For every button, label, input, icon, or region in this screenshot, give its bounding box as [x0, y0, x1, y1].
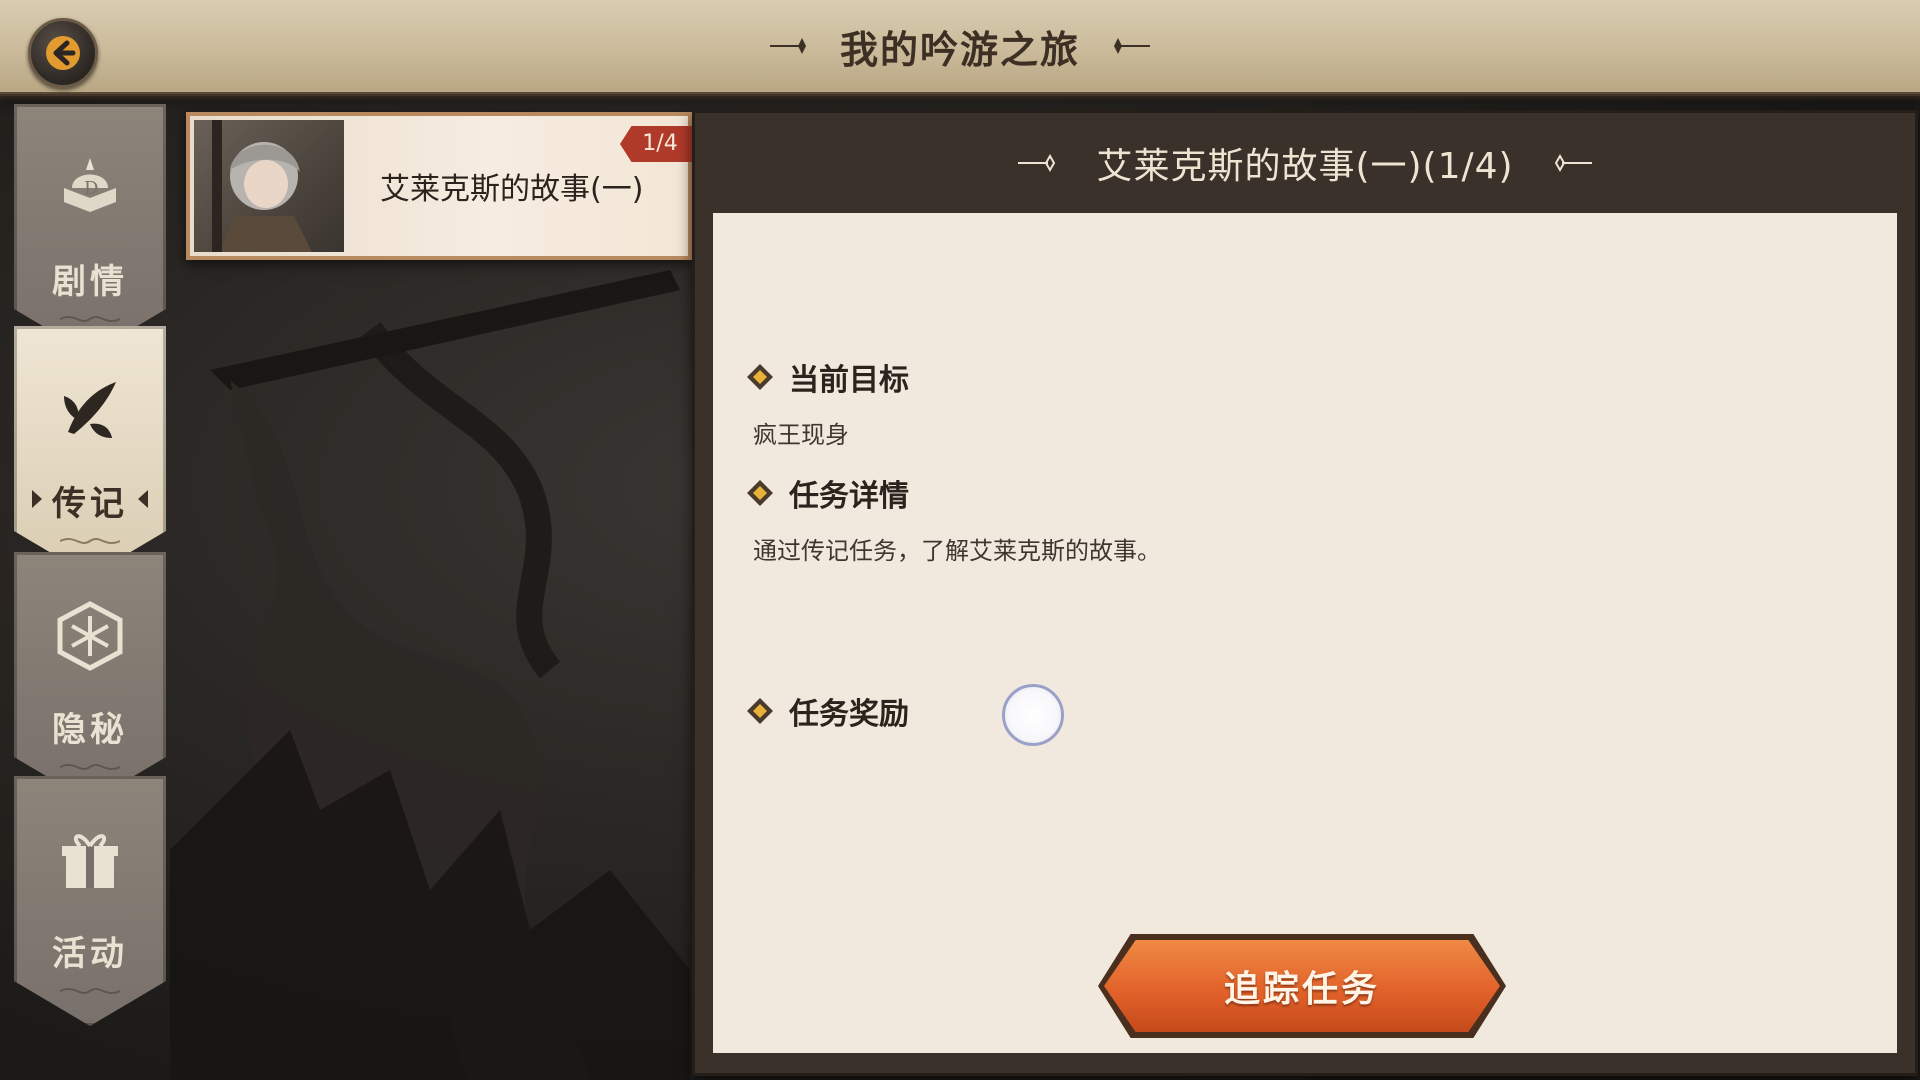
- tab-divider-ornament-icon: [60, 764, 120, 770]
- tab-story[interactable]: D 剧情: [14, 104, 166, 354]
- quest-detail-panel: 艾莱克斯的故事(一)(1/4) 当前目标 疯王现身 任务详情 通过传记任务，了解…: [692, 110, 1918, 1076]
- current-goal-text: 疯王现身: [753, 421, 849, 449]
- quest-detail-text: 通过传记任务，了解艾莱克斯的故事。: [753, 537, 1161, 565]
- tab-divider-ornament-icon: [60, 988, 120, 994]
- top-bar: 我的吟游之旅: [0, 0, 1920, 102]
- page-title: 我的吟游之旅: [839, 27, 1080, 72]
- diamond-bullet-icon: [747, 480, 773, 506]
- title-ornament-left-icon: [769, 38, 806, 54]
- diamond-bullet-icon: [747, 698, 773, 724]
- quest-title: 艾莱克斯的故事(一): [380, 172, 644, 207]
- reward-label: 任务奖励: [789, 697, 909, 732]
- quest-detail-label: 任务详情: [789, 479, 909, 514]
- character-portrait-art: [212, 120, 312, 252]
- track-quest-button[interactable]: 追踪任务: [1104, 940, 1500, 1032]
- touch-cursor-indicator: [1002, 684, 1064, 746]
- character-portrait: [194, 120, 344, 252]
- tab-divider-ornament-icon: [60, 316, 120, 322]
- scroll-book-icon: D: [64, 158, 116, 212]
- tab-event[interactable]: 活动: [14, 776, 166, 1026]
- game-screen: 我的吟游之旅 D 剧情 传记 隐秘 活动 艾莱克斯的故事(一) 1/4 艾莱克斯…: [0, 0, 1920, 1080]
- quest-detail-body: 当前目标 疯王现身 任务详情 通过传记任务，了解艾莱克斯的故事。 任务奖励: [713, 213, 1897, 1053]
- background-art: [170, 270, 690, 1080]
- tab-event-label: 活动: [52, 934, 128, 974]
- title-ornament-right-icon: [1114, 38, 1150, 54]
- tab-biography[interactable]: 传记: [14, 326, 166, 576]
- quill-feather-icon: [64, 382, 116, 438]
- quest-detail-title: 艾莱克斯的故事(一)(1/4): [1096, 146, 1514, 187]
- reward-heading: 任务奖励: [745, 689, 909, 733]
- gift-box-icon: [62, 834, 118, 888]
- tab-divider-ornament-icon: [60, 538, 120, 544]
- current-goal-label: 当前目标: [789, 363, 909, 398]
- quest-list-item[interactable]: 艾莱克斯的故事(一) 1/4: [186, 112, 692, 260]
- header-ornament-right-icon: [1554, 153, 1592, 173]
- tab-story-label: 剧情: [52, 262, 128, 302]
- tab-secret-label: 隐秘: [52, 710, 128, 750]
- diamond-bullet-icon: [747, 364, 773, 390]
- tab-secret[interactable]: 隐秘: [14, 552, 166, 802]
- quest-detail-heading: 任务详情: [745, 471, 909, 515]
- sidebar: D 剧情 传记 隐秘 活动: [10, 104, 170, 1044]
- svg-text:D: D: [84, 178, 98, 199]
- header-ornament-left-icon: [1018, 153, 1056, 173]
- quest-progress-badge: 1/4: [620, 126, 692, 162]
- quest-detail-header: 艾莱克斯的故事(一)(1/4): [695, 113, 1915, 213]
- mystic-sigil-icon: [57, 601, 123, 671]
- active-indicator-right-icon: [138, 490, 148, 508]
- current-goal-heading: 当前目标: [745, 355, 909, 399]
